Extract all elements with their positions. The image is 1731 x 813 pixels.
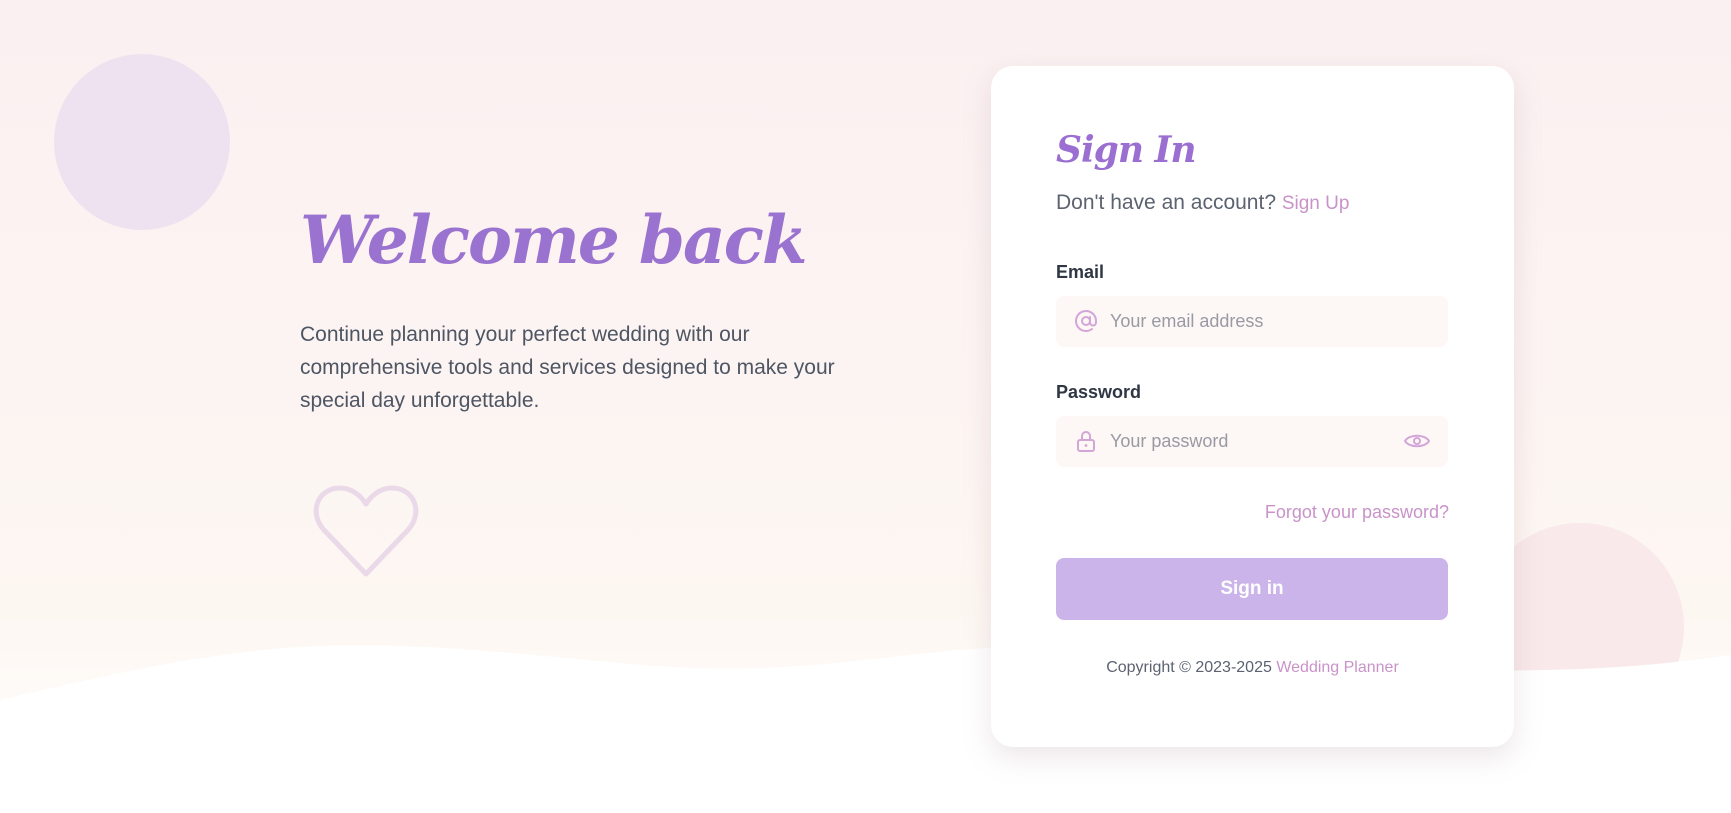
- password-label: Password: [1056, 382, 1142, 402]
- brand-name: Wedding Planner: [1276, 659, 1399, 676]
- password-input[interactable]: [1110, 416, 1410, 467]
- signin-card: Sign In Don't have an account? Sign Up E…: [991, 66, 1514, 747]
- at-icon: [1075, 310, 1097, 332]
- email-input[interactable]: [1110, 296, 1410, 347]
- signin-button[interactable]: Sign in: [1056, 558, 1448, 620]
- lock-icon: [1077, 431, 1095, 452]
- heart-icon: [313, 485, 419, 577]
- hero-description: Continue planning your perfect wedding w…: [300, 323, 835, 412]
- hero-title: Welcome back: [300, 201, 808, 279]
- hero-section: Welcome back Continue planning your perf…: [300, 200, 880, 417]
- eye-icon[interactable]: [1404, 429, 1430, 453]
- email-field[interactable]: [1056, 296, 1448, 347]
- forgot-password-link[interactable]: Forgot your password?: [1265, 502, 1449, 523]
- decor-circle-top-left: [54, 54, 230, 230]
- email-label: Email: [1056, 262, 1105, 282]
- signin-title: Sign In: [1056, 129, 1197, 171]
- signup-link[interactable]: Sign Up: [1282, 193, 1350, 214]
- password-field[interactable]: [1056, 416, 1448, 467]
- signup-prompt: Don't have an account? Sign Up: [1056, 191, 1349, 215]
- signup-prompt-text: Don't have an account?: [1056, 191, 1276, 214]
- copyright-text: Copyright © 2023-2025: [1106, 659, 1272, 676]
- copyright: Copyright © 2023-2025 Wedding Planner: [991, 659, 1514, 677]
